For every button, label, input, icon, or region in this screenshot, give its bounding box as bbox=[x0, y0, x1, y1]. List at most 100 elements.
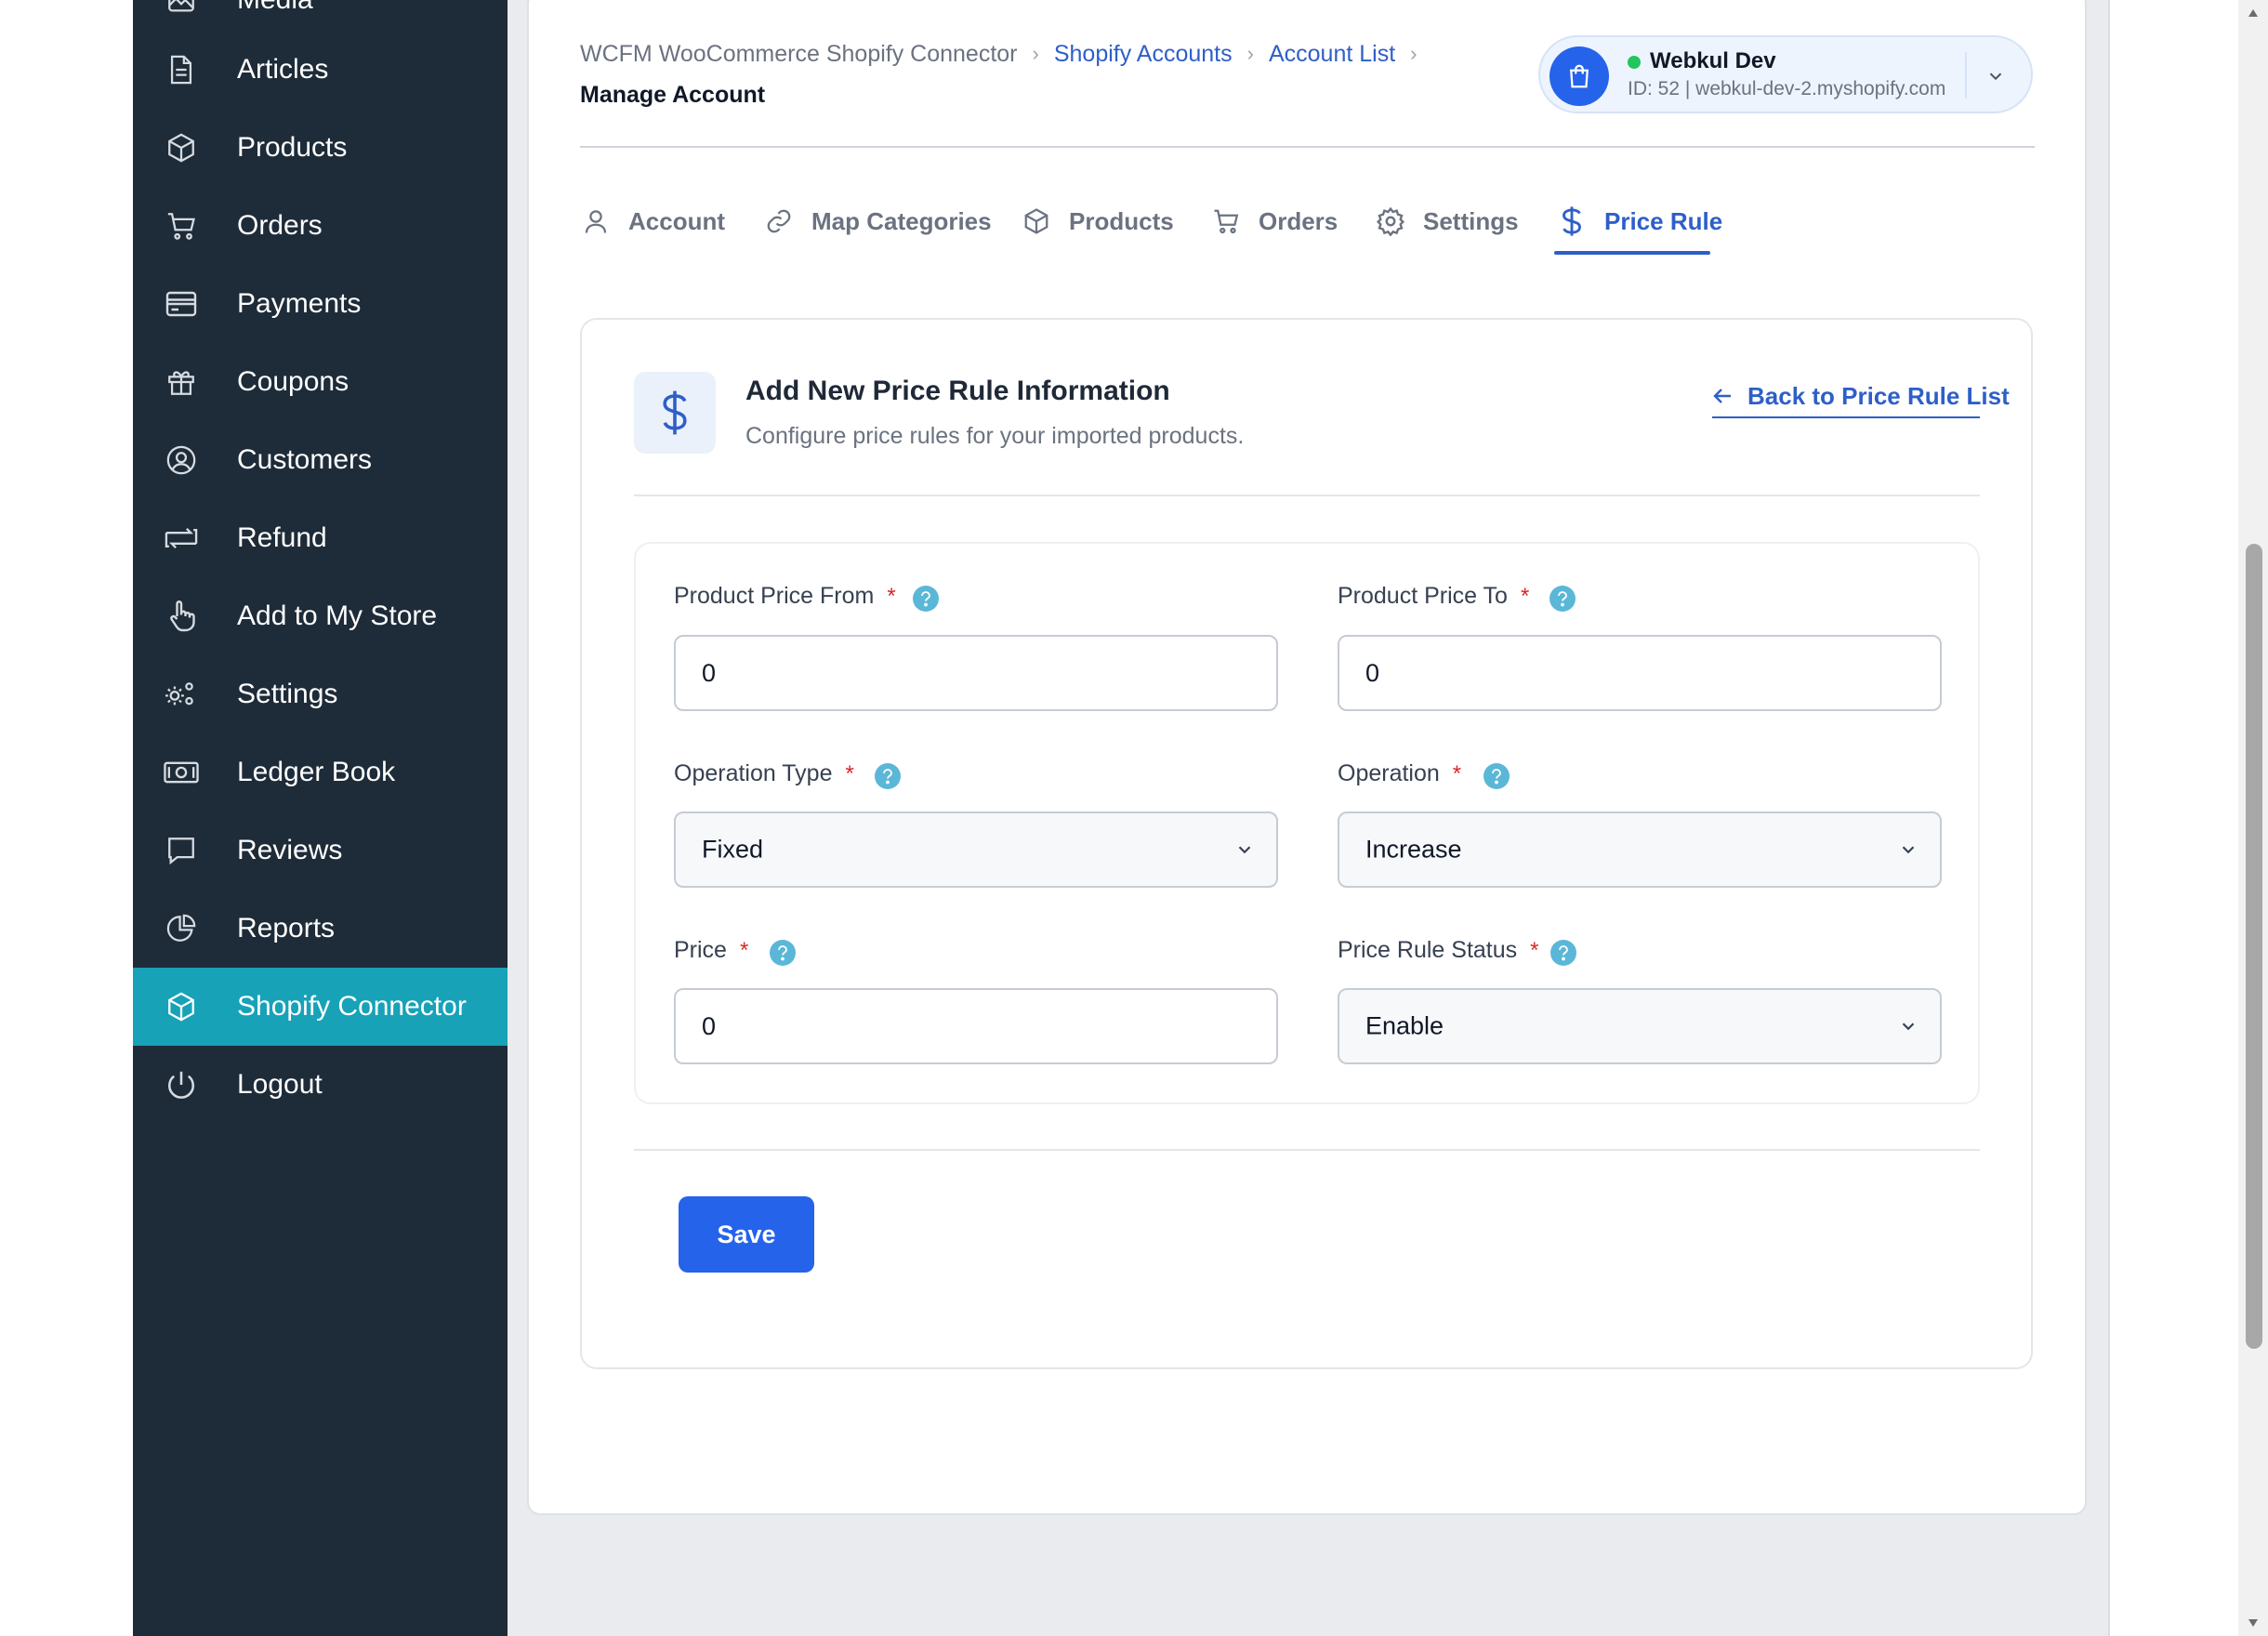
page-left-margin bbox=[0, 0, 133, 1636]
help-icon[interactable] bbox=[875, 763, 901, 789]
required-asterisk: * bbox=[845, 760, 854, 786]
sidebar-item-label: Products bbox=[237, 132, 348, 163]
help-icon[interactable] bbox=[1549, 586, 1576, 612]
tab-label: Price Rule bbox=[1604, 206, 1723, 235]
breadcrumb: WCFM WooCommerce Shopify Connector › Sho… bbox=[580, 37, 1431, 71]
scrollbar-thumb[interactable] bbox=[2246, 544, 2262, 1349]
vertical-scrollbar[interactable] bbox=[2238, 0, 2268, 1636]
save-button[interactable]: Save bbox=[679, 1196, 814, 1273]
breadcrumb-separator-icon: › bbox=[1032, 42, 1039, 65]
user-circle-icon bbox=[163, 442, 200, 479]
sidebar-item-label: Coupons bbox=[237, 366, 349, 397]
sidebar-item-reviews[interactable]: Reviews bbox=[133, 811, 508, 890]
user-icon bbox=[580, 205, 612, 237]
media-icon bbox=[163, 0, 200, 19]
sidebar-item-label: Reports bbox=[237, 913, 336, 943]
breadcrumb-account-list-link[interactable]: Account List bbox=[1269, 41, 1395, 68]
active-tab-indicator bbox=[1554, 251, 1710, 255]
help-icon[interactable] bbox=[913, 586, 939, 612]
tab-label: Products bbox=[1069, 206, 1174, 235]
price-input[interactable] bbox=[674, 988, 1278, 1064]
header-divider bbox=[580, 146, 2035, 148]
gears-icon bbox=[163, 676, 200, 713]
account-detail: ID: 52 | webkul-dev-2.myshopify.com bbox=[1628, 78, 1946, 99]
sidebar-item-payments[interactable]: Payments bbox=[133, 265, 508, 343]
account-switcher[interactable]: Webkul Dev ID: 52 | webkul-dev-2.myshopi… bbox=[1538, 35, 2033, 113]
sidebar: Media Articles Products Orders Payments … bbox=[133, 0, 508, 1636]
chevron-down-icon[interactable] bbox=[1977, 58, 2014, 95]
required-asterisk: * bbox=[1520, 583, 1530, 609]
dollar-icon bbox=[634, 372, 716, 454]
back-to-price-rule-list-link[interactable]: Back to Price Rule List bbox=[1712, 376, 2010, 418]
cart-icon bbox=[1210, 205, 1242, 237]
sidebar-item-shopify-connector[interactable]: Shopify Connector bbox=[133, 968, 508, 1046]
form-header-divider bbox=[634, 495, 1980, 496]
pie-chart-icon bbox=[163, 910, 200, 947]
back-link-label: Back to Price Rule List bbox=[1747, 381, 2010, 410]
comment-icon bbox=[163, 832, 200, 869]
sidebar-item-label: Settings bbox=[237, 679, 338, 709]
sidebar-item-label: Orders bbox=[237, 210, 323, 241]
required-asterisk: * bbox=[887, 583, 896, 609]
page-title: Manage Account bbox=[580, 82, 766, 108]
sidebar-item-orders[interactable]: Orders bbox=[133, 187, 508, 265]
account-name: Webkul Dev bbox=[1650, 48, 1776, 73]
breadcrumb-shopify-accounts-link[interactable]: Shopify Accounts bbox=[1054, 41, 1233, 68]
selected-value: Increase bbox=[1365, 835, 1462, 864]
gear-icon bbox=[1375, 205, 1406, 237]
box-icon bbox=[1021, 205, 1052, 237]
help-icon[interactable] bbox=[1550, 940, 1576, 966]
tab-orders[interactable]: Orders bbox=[1210, 186, 1338, 257]
shopping-bag-icon bbox=[1549, 46, 1609, 106]
price-rule-status-select[interactable]: Enable bbox=[1338, 988, 1942, 1064]
sidebar-item-products[interactable]: Products bbox=[133, 109, 508, 187]
tab-products[interactable]: Products bbox=[1021, 186, 1174, 257]
sidebar-item-label: Customers bbox=[237, 444, 373, 475]
chevron-down-icon bbox=[1895, 1013, 1921, 1039]
sidebar-item-label: Media bbox=[237, 0, 313, 16]
sidebar-item-articles[interactable]: Articles bbox=[133, 31, 508, 109]
sidebar-item-label: Reviews bbox=[237, 835, 343, 865]
money-icon bbox=[163, 754, 200, 791]
price-label: Price * bbox=[674, 937, 749, 963]
sidebar-item-reports[interactable]: Reports bbox=[133, 890, 508, 968]
refund-icon bbox=[163, 520, 200, 557]
sidebar-item-label: Add to My Store bbox=[237, 600, 438, 631]
tab-label: Map Categories bbox=[811, 206, 992, 235]
operation-label: Operation * bbox=[1338, 760, 1462, 786]
help-icon[interactable] bbox=[770, 940, 796, 966]
price-rule-status-label: Price Rule Status * bbox=[1338, 937, 1539, 963]
hand-pointer-icon bbox=[163, 598, 200, 635]
article-icon bbox=[163, 51, 200, 88]
sidebar-item-add-to-my-store[interactable]: Add to My Store bbox=[133, 577, 508, 655]
sidebar-item-ledger-book[interactable]: Ledger Book bbox=[133, 733, 508, 811]
price-from-label: Product Price From * bbox=[674, 583, 896, 609]
scroll-down-arrow-icon[interactable] bbox=[2246, 1616, 2261, 1630]
scroll-up-arrow-icon[interactable] bbox=[2246, 6, 2261, 20]
operation-type-label: Operation Type * bbox=[674, 760, 854, 786]
price-to-input[interactable] bbox=[1338, 635, 1942, 711]
operation-select[interactable]: Increase bbox=[1338, 811, 1942, 888]
divider bbox=[1965, 52, 1967, 99]
help-icon[interactable] bbox=[1483, 763, 1510, 789]
sidebar-item-logout[interactable]: Logout bbox=[133, 1046, 508, 1124]
tab-account[interactable]: Account bbox=[580, 186, 725, 257]
tab-price-rule[interactable]: Price Rule bbox=[1556, 186, 1722, 257]
tab-settings[interactable]: Settings bbox=[1375, 186, 1519, 257]
sidebar-item-settings[interactable]: Settings bbox=[133, 655, 508, 733]
tab-map-categories[interactable]: Map Categories bbox=[763, 186, 992, 257]
operation-type-select[interactable]: Fixed bbox=[674, 811, 1278, 888]
chevron-down-icon bbox=[1895, 837, 1921, 863]
breadcrumb-separator-icon: › bbox=[1246, 42, 1254, 65]
breadcrumb-root: WCFM WooCommerce Shopify Connector bbox=[580, 40, 1018, 67]
sidebar-item-refund[interactable]: Refund bbox=[133, 499, 508, 577]
tab-label: Account bbox=[628, 206, 725, 235]
form-footer-divider bbox=[634, 1149, 1980, 1151]
sidebar-item-customers[interactable]: Customers bbox=[133, 421, 508, 499]
price-from-input[interactable] bbox=[674, 635, 1278, 711]
gift-icon bbox=[163, 363, 200, 401]
sidebar-item-label: Logout bbox=[237, 1069, 323, 1100]
box-icon bbox=[163, 129, 200, 166]
box-icon bbox=[163, 988, 200, 1025]
sidebar-item-coupons[interactable]: Coupons bbox=[133, 343, 508, 421]
